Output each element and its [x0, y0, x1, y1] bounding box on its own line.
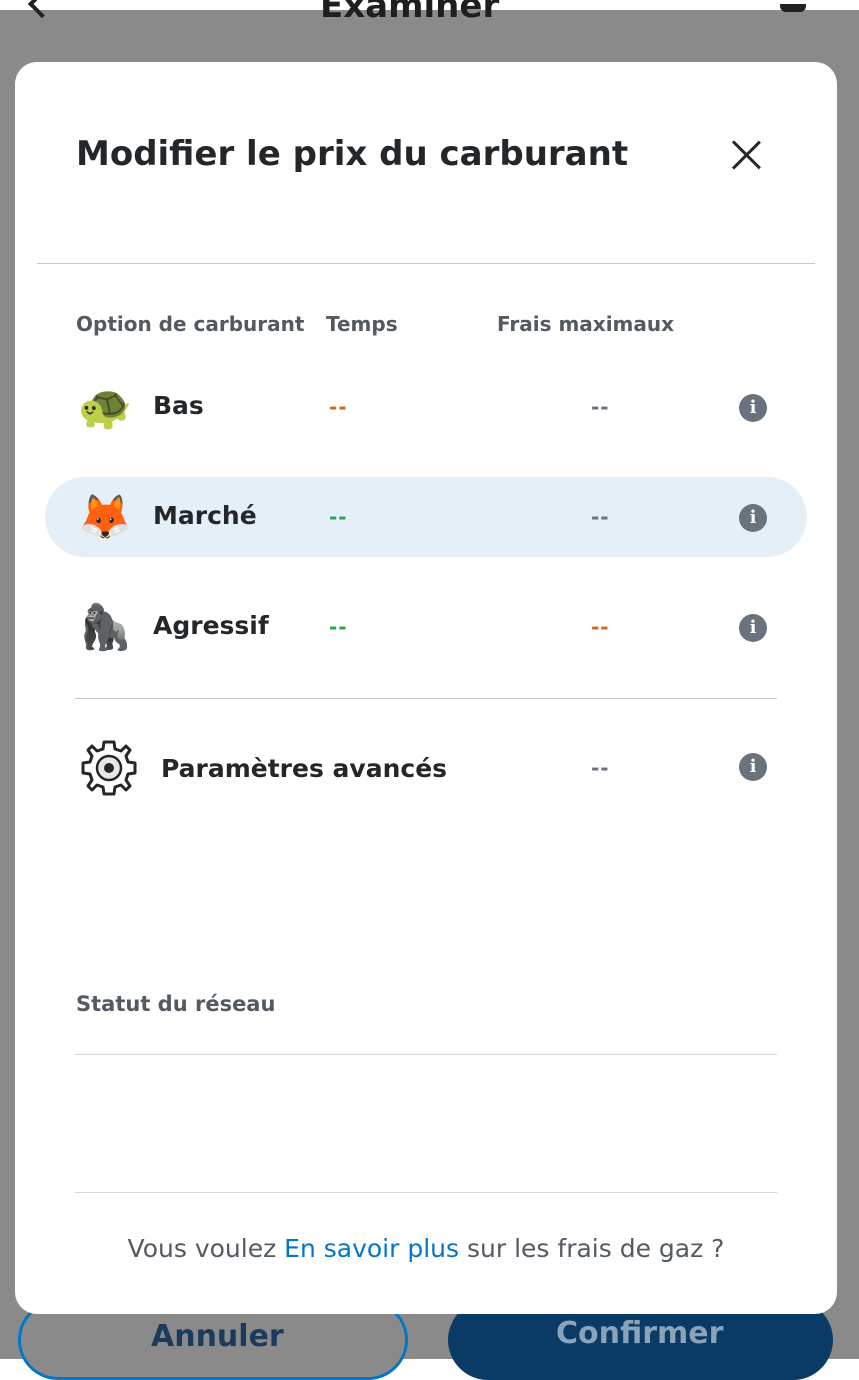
gas-option-low[interactable]: 🐢 Bas -- -- i	[45, 367, 807, 447]
footer-prefix: Vous voulez	[127, 1234, 285, 1263]
gas-option-time: --	[329, 395, 348, 419]
cancel-button-label: Annuler	[151, 1319, 284, 1354]
advanced-settings-link[interactable]: Paramètres avancés	[161, 754, 447, 783]
gas-option-label: Agressif	[153, 611, 269, 640]
divider	[75, 1192, 777, 1193]
info-icon[interactable]: i	[739, 394, 767, 422]
modal-title: Modifier le prix du carburant	[76, 134, 629, 174]
network-status-label: Statut du réseau	[76, 992, 276, 1016]
divider	[75, 698, 777, 699]
gas-option-market[interactable]: 🦊 Marché -- -- i	[45, 477, 807, 557]
footer-text: Vous voulez En savoir plus sur les frais…	[15, 1234, 837, 1263]
turtle-icon: 🐢	[77, 382, 133, 433]
column-header-time: Temps	[326, 312, 398, 336]
settings-icon[interactable]	[780, 4, 806, 12]
footer-suffix: sur les frais de gaz ?	[459, 1234, 725, 1263]
info-icon[interactable]: i	[739, 614, 767, 642]
confirm-button-label: Confirmer	[556, 1316, 724, 1351]
gas-option-time: --	[329, 615, 348, 639]
edit-gas-fee-modal: Modifier le prix du carburant Option de …	[15, 62, 837, 1314]
gas-option-label: Marché	[153, 501, 257, 530]
divider	[37, 263, 815, 264]
gas-option-aggressive[interactable]: 🦍 Agressif -- -- i	[45, 587, 807, 667]
fox-icon: 🦊	[77, 492, 133, 543]
gas-option-label: Bas	[153, 391, 204, 420]
gas-option-max-fee: --	[591, 505, 610, 529]
info-icon[interactable]: i	[739, 504, 767, 532]
info-icon[interactable]: i	[739, 753, 767, 781]
divider	[75, 1054, 777, 1055]
gas-option-max-fee: --	[591, 395, 610, 419]
column-header-max-fee: Frais maximaux	[497, 312, 675, 336]
gorilla-icon: 🦍	[77, 602, 133, 653]
advanced-max-fee: --	[591, 756, 610, 780]
learn-more-link[interactable]: En savoir plus	[284, 1234, 459, 1263]
gas-option-max-fee: --	[591, 615, 610, 639]
background-page-title: Examiner	[320, 0, 500, 26]
gear-icon[interactable]	[79, 738, 139, 798]
column-header-option: Option de carburant	[76, 312, 305, 336]
close-icon[interactable]	[729, 138, 763, 172]
gas-option-time: --	[329, 505, 348, 529]
